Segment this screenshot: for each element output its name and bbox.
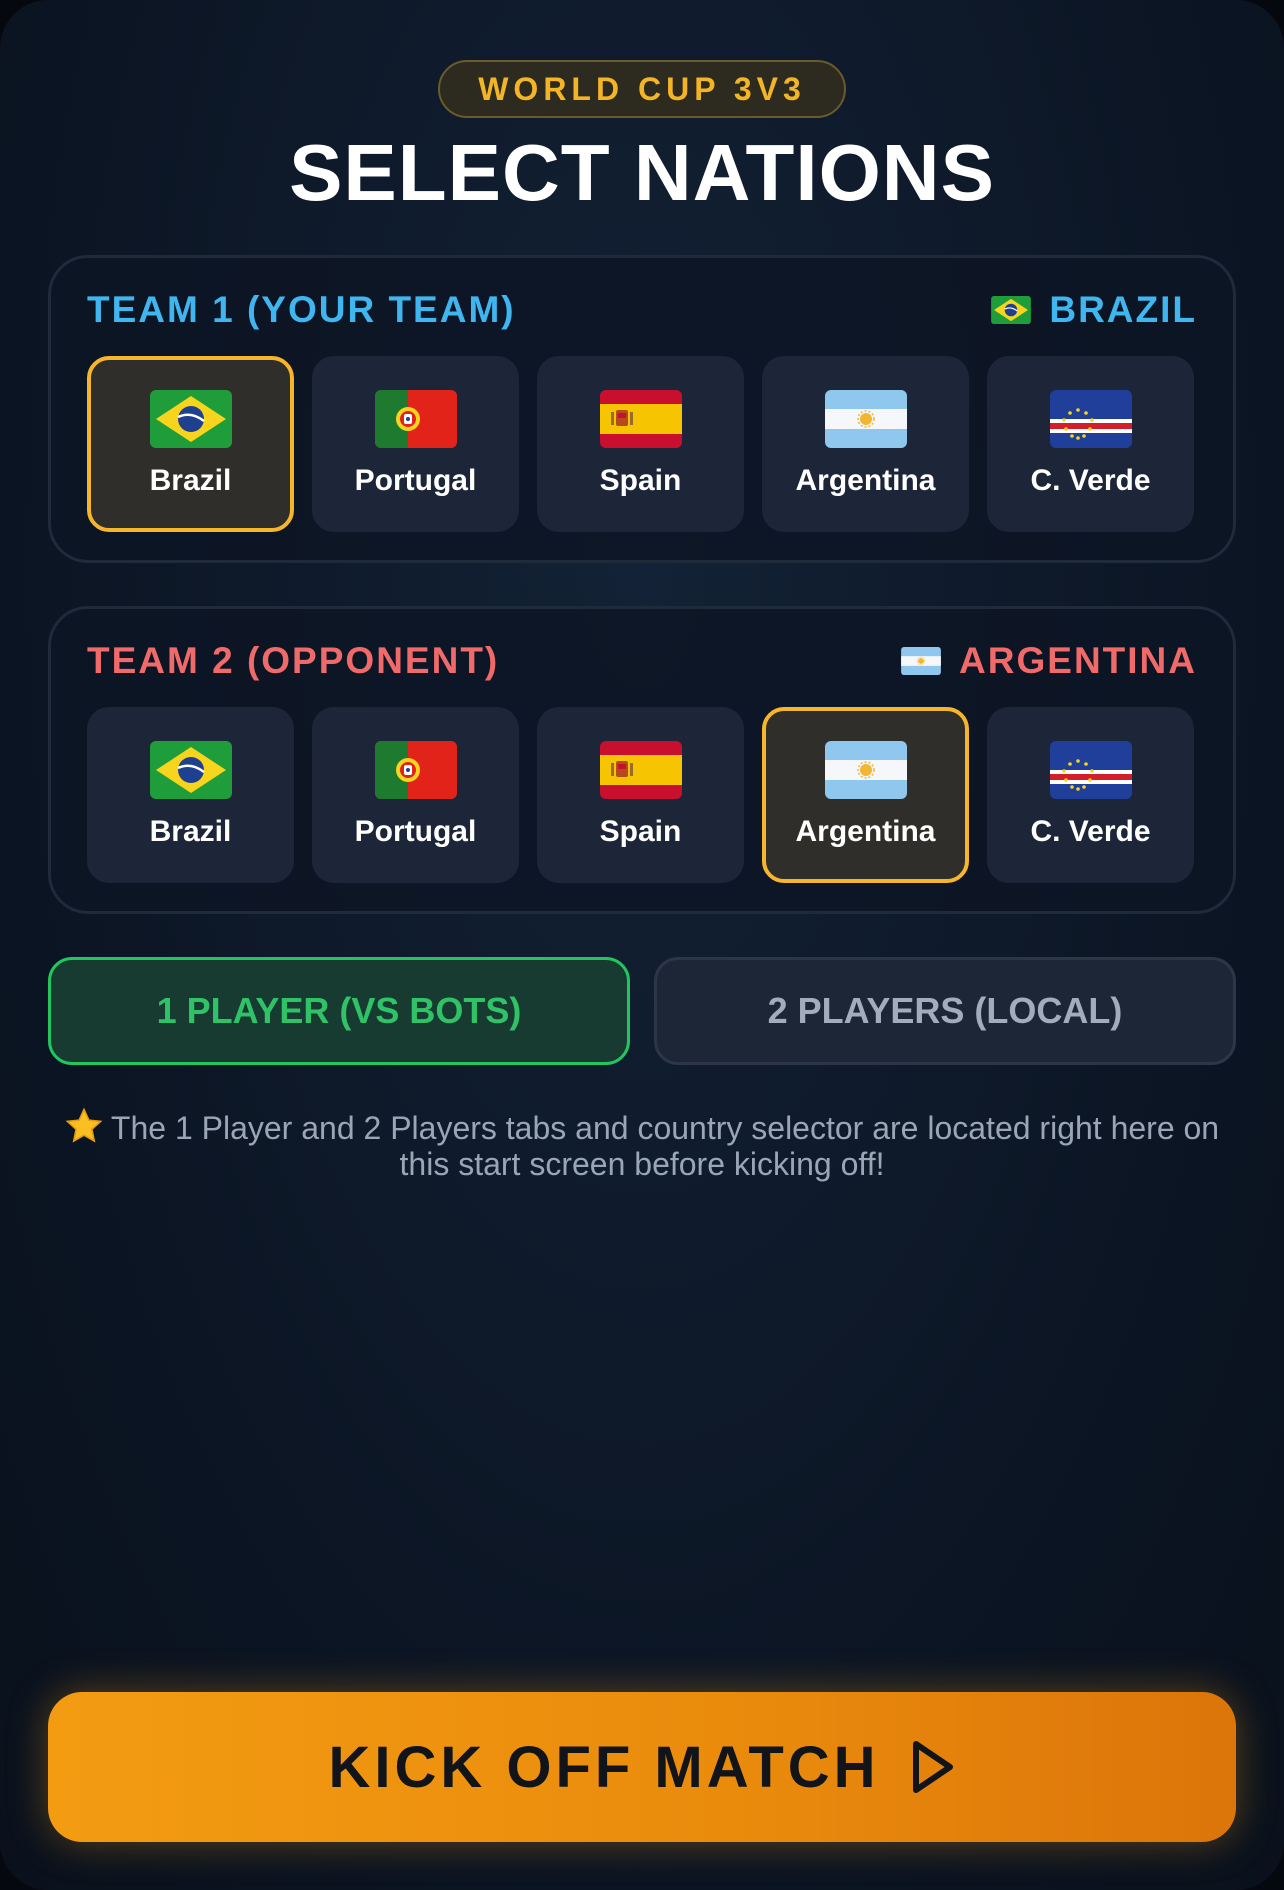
team1-nation-spain[interactable]: Spain (537, 356, 744, 532)
nation-name: Brazil (149, 464, 232, 497)
spain-flag-icon (598, 737, 684, 803)
nation-name: C. Verde (1030, 464, 1151, 497)
kick-off-button[interactable]: KICK OFF MATCH (48, 1692, 1236, 1842)
team1-label: TEAM 1 (YOUR TEAM) (87, 289, 516, 330)
argentina-flag-icon (823, 386, 909, 452)
nation-name: Portugal (354, 815, 477, 848)
team2-header: TEAM 2 (OPPONENT) ARGENTINA (87, 639, 1197, 683)
nation-name: Argentina (795, 815, 936, 848)
team2-label: TEAM 2 (OPPONENT) (87, 640, 500, 681)
team2-panel: TEAM 2 (OPPONENT) ARGENTINA Brazil Portu… (48, 606, 1236, 914)
cape-verde-flag-icon (1048, 737, 1134, 803)
brazil-flag-icon (148, 386, 234, 452)
nation-name: Portugal (354, 464, 477, 497)
start-screen: WORLD CUP 3V3 SELECT NATIONS TEAM 1 (YOU… (0, 0, 1284, 1890)
team2-selected-label: ARGENTINA (959, 640, 1197, 681)
nation-name: Argentina (795, 464, 936, 497)
team1-nation-brazil[interactable]: Brazil (87, 356, 294, 532)
team2-nation-list: Brazil Portugal Spain Argentina C. Verde (87, 707, 1194, 883)
spain-flag-icon (598, 386, 684, 452)
one-player-tab[interactable]: 1 PLAYER (VS BOTS) (48, 957, 630, 1065)
team1-panel: TEAM 1 (YOUR TEAM) BRAZIL Brazil Portuga… (48, 255, 1236, 563)
portugal-flag-icon (373, 737, 459, 803)
game-mode-badge: WORLD CUP 3V3 (438, 60, 846, 118)
play-icon (912, 1741, 953, 1793)
team2-nation-argentina[interactable]: Argentina (762, 707, 969, 883)
kick-off-label: KICK OFF MATCH (328, 1734, 880, 1800)
team1-selected-nation: BRAZIL (989, 289, 1197, 331)
team2-nation-portugal[interactable]: Portugal (312, 707, 519, 883)
team1-nation-argentina[interactable]: Argentina (762, 356, 969, 532)
page-title: SELECT NATIONS (289, 128, 995, 217)
two-players-tab[interactable]: 2 PLAYERS (LOCAL) (654, 957, 1236, 1065)
brazil-flag-icon (989, 294, 1033, 326)
team1-nation-cape-verde[interactable]: C. Verde (987, 356, 1194, 532)
brazil-flag-icon (148, 737, 234, 803)
team1-selected-label: BRAZIL (1049, 289, 1197, 330)
team2-selected-nation: ARGENTINA (899, 640, 1197, 682)
team2-nation-spain[interactable]: Spain (537, 707, 744, 883)
hint-text-block: The 1 Player and 2 Players tabs and coun… (60, 1107, 1224, 1182)
argentina-flag-icon (899, 645, 943, 677)
nation-name: Spain (599, 464, 682, 497)
team1-nation-list: Brazil Portugal Spain Argentina C. Verde (87, 356, 1194, 532)
portugal-flag-icon (373, 386, 459, 452)
star-icon (65, 1107, 103, 1143)
cape-verde-flag-icon (1048, 386, 1134, 452)
argentina-flag-icon (823, 737, 909, 803)
hint-text: The 1 Player and 2 Players tabs and coun… (110, 1110, 1220, 1182)
team1-nation-portugal[interactable]: Portugal (312, 356, 519, 532)
nation-name: Spain (599, 815, 682, 848)
nation-name: C. Verde (1030, 815, 1151, 848)
team2-nation-cape-verde[interactable]: C. Verde (987, 707, 1194, 883)
nation-name: Brazil (149, 815, 232, 848)
team1-header: TEAM 1 (YOUR TEAM) BRAZIL (87, 288, 1197, 332)
team2-nation-brazil[interactable]: Brazil (87, 707, 294, 883)
